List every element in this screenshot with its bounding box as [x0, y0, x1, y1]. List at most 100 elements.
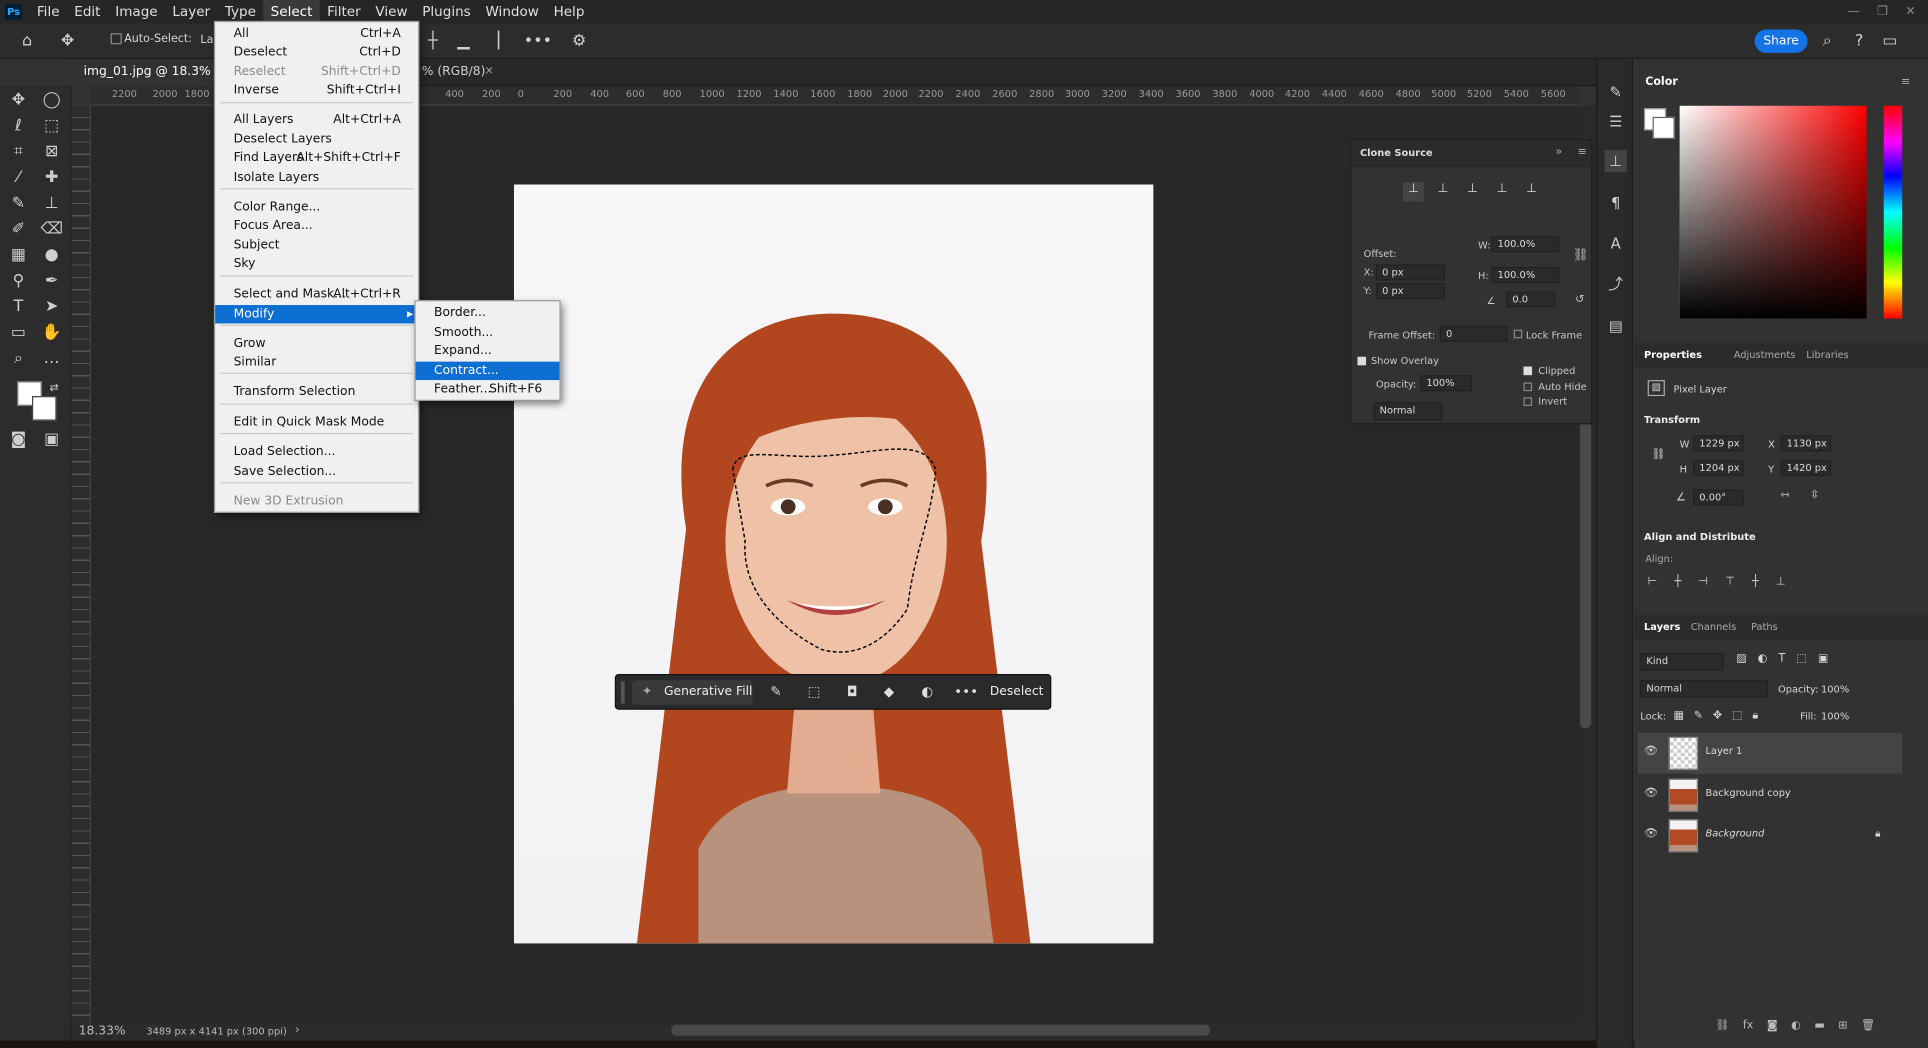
offset-x-input[interactable]: 0 px: [1375, 264, 1445, 281]
tab-properties[interactable]: Properties: [1644, 343, 1702, 368]
height-input[interactable]: 100.0%: [1491, 266, 1560, 283]
share-button[interactable]: Share: [1754, 29, 1808, 53]
modify-menu-item[interactable]: Feather... Shift+F6: [416, 380, 560, 398]
dodge-icon[interactable]: ⚲: [6, 269, 31, 294]
align-top-icon[interactable]: ⊤: [1725, 576, 1735, 588]
eyedropper-icon[interactable]: ⁄: [6, 166, 31, 191]
restore-icon[interactable]: ❐: [1877, 0, 1888, 23]
fx-icon[interactable]: fx: [1743, 1020, 1753, 1032]
clone-source-5-icon[interactable]: ⊥: [1521, 182, 1542, 202]
align-hcenter-icon[interactable]: ┼: [1675, 576, 1682, 588]
close-icon[interactable]: ✕: [1905, 0, 1915, 23]
select-menu-item[interactable]: Subject: [215, 236, 418, 254]
horizontal-scroll-thumb[interactable]: [671, 1024, 1210, 1036]
fill-value[interactable]: 100%: [1821, 711, 1849, 722]
paragraph-icon[interactable]: ¶: [1605, 192, 1627, 214]
clone-source-4-icon[interactable]: ⊥: [1492, 182, 1513, 202]
menu-view[interactable]: View: [368, 0, 415, 23]
select-menu-item[interactable]: Grow: [215, 335, 418, 353]
layer-row[interactable]: 👁︎ Background copy: [1638, 775, 1902, 816]
move-tool-icon[interactable]: ✥: [6, 89, 31, 114]
overlay-opacity-input[interactable]: 100%: [1420, 375, 1472, 392]
brush-settings-icon[interactable]: ✎: [1605, 81, 1627, 103]
link-icon[interactable]: ⛓: [1573, 248, 1589, 262]
select-menu-item[interactable]: Save Selection...: [215, 462, 418, 480]
gradient-icon[interactable]: ▦: [6, 244, 31, 269]
lock-artboard-icon[interactable]: ⬚: [1732, 710, 1742, 722]
delete-layer-icon[interactable]: 🗑︎: [1861, 1020, 1875, 1032]
pen-tool-icon[interactable]: ✒: [39, 269, 64, 294]
visibility-eye-icon[interactable]: 👁︎: [1644, 745, 1658, 757]
select-menu-item[interactable]: Edit in Quick Mask Mode: [215, 413, 418, 431]
tab-libraries[interactable]: Libraries: [1806, 343, 1848, 368]
menu-edit[interactable]: Edit: [67, 0, 108, 23]
show-overlay-checkbox[interactable]: [1357, 356, 1367, 366]
workspace-icon[interactable]: ▭: [1879, 31, 1901, 53]
color-panel-background[interactable]: [1652, 116, 1675, 139]
modify-menu-item[interactable]: Expand...: [416, 342, 560, 360]
menu-window[interactable]: Window: [478, 0, 546, 23]
collapse-icon[interactable]: »: [1555, 146, 1562, 158]
align-center-icon[interactable]: ┼: [422, 31, 444, 53]
color-picker-field[interactable]: [1679, 105, 1867, 319]
modify-menu-item[interactable]: Border...: [416, 304, 560, 322]
modify-selection-icon[interactable]: ✎: [765, 681, 787, 703]
screen-mode-icon[interactable]: ▣: [39, 428, 64, 453]
layer-dropdown[interactable]: La: [200, 34, 213, 46]
adjustment-icon[interactable]: ◐: [916, 681, 938, 703]
adjustments-icon[interactable]: ☰: [1605, 111, 1627, 133]
select-menu-item[interactable]: Load Selection...: [215, 443, 418, 461]
add-mask-icon[interactable]: ◙: [1767, 1020, 1778, 1032]
select-menu-item[interactable]: Inverse Shift+Ctrl+I: [215, 81, 418, 99]
home-icon[interactable]: ⌂: [16, 31, 38, 53]
lock-transparency-icon[interactable]: ▦: [1673, 710, 1683, 722]
swap-colors-icon[interactable]: ⇄: [42, 376, 67, 401]
flip-vertical-icon[interactable]: ⇳: [1810, 490, 1819, 502]
layer-blend-mode[interactable]: Normal: [1640, 680, 1769, 698]
select-menu-item[interactable]: Isolate Layers: [215, 169, 418, 187]
link-layers-icon[interactable]: ⛓: [1715, 1020, 1729, 1032]
visibility-eye-icon[interactable]: 👁︎: [1644, 787, 1658, 799]
menu-plugins[interactable]: Plugins: [415, 0, 478, 23]
tab-close-icon[interactable]: ×: [484, 65, 493, 77]
transform-w-input[interactable]: 1229 px: [1693, 435, 1744, 452]
minimize-icon[interactable]: —: [1848, 0, 1860, 23]
filter-type-icon[interactable]: T: [1778, 653, 1785, 665]
deselect-button[interactable]: Deselect: [990, 680, 1044, 705]
invert-checkbox[interactable]: [1523, 397, 1533, 406]
more-icon[interactable]: •••: [954, 681, 978, 703]
select-menu-item[interactable]: Find Layers Alt+Shift+Ctrl+F: [215, 149, 418, 167]
align-right-icon[interactable]: ⊣: [1698, 576, 1708, 588]
clone-stamp-icon[interactable]: ⊥: [39, 192, 64, 217]
align-distribute-section[interactable]: Align and Distribute: [1644, 531, 1756, 542]
filter-shape-icon[interactable]: ⬚: [1796, 653, 1806, 665]
lock-position-icon[interactable]: ✥: [1713, 710, 1722, 722]
gear-icon[interactable]: ⚙: [568, 31, 590, 53]
menu-layer[interactable]: Layer: [165, 0, 217, 23]
generative-fill-button[interactable]: ✦ Generative Fill: [632, 680, 753, 705]
eraser-icon[interactable]: ⌫: [39, 218, 64, 243]
lock-image-icon[interactable]: ✎: [1694, 710, 1703, 722]
lock-all-icon[interactable]: 🔒︎: [1752, 710, 1758, 722]
select-menu-item[interactable]: Similar: [215, 353, 418, 371]
select-menu-item[interactable]: Transform Selection: [215, 383, 418, 401]
filter-smart-icon[interactable]: ▣: [1818, 653, 1828, 665]
align-vcenter-icon[interactable]: ┼: [1752, 576, 1759, 588]
path-select-icon[interactable]: ➤: [39, 295, 64, 320]
menu-help[interactable]: Help: [546, 0, 592, 23]
overlay-blend-select[interactable]: Normal: [1373, 402, 1443, 421]
drag-handle[interactable]: [620, 681, 625, 704]
filter-pixel-icon[interactable]: ▨: [1736, 653, 1746, 665]
align-left-icon[interactable]: ⊢: [1648, 576, 1658, 588]
flip-horizontal-icon[interactable]: ⇿: [1780, 490, 1789, 502]
align-bottom-icon[interactable]: ▁: [452, 31, 474, 53]
layer-opacity-value[interactable]: 100%: [1821, 684, 1849, 695]
frame-tool-icon[interactable]: ⊠: [39, 140, 64, 165]
modify-menu-item[interactable]: Smooth...: [416, 323, 560, 341]
align-bottom-icon[interactable]: ⊥: [1776, 576, 1786, 588]
distribute-icon[interactable]: ▕: [482, 31, 504, 53]
search-icon[interactable]: ⌕: [1816, 31, 1838, 53]
panel-menu-icon[interactable]: ≡: [1578, 146, 1587, 158]
clone-source-3-icon[interactable]: ⊥: [1462, 182, 1483, 202]
transform-h-input[interactable]: 1204 px: [1693, 460, 1744, 477]
